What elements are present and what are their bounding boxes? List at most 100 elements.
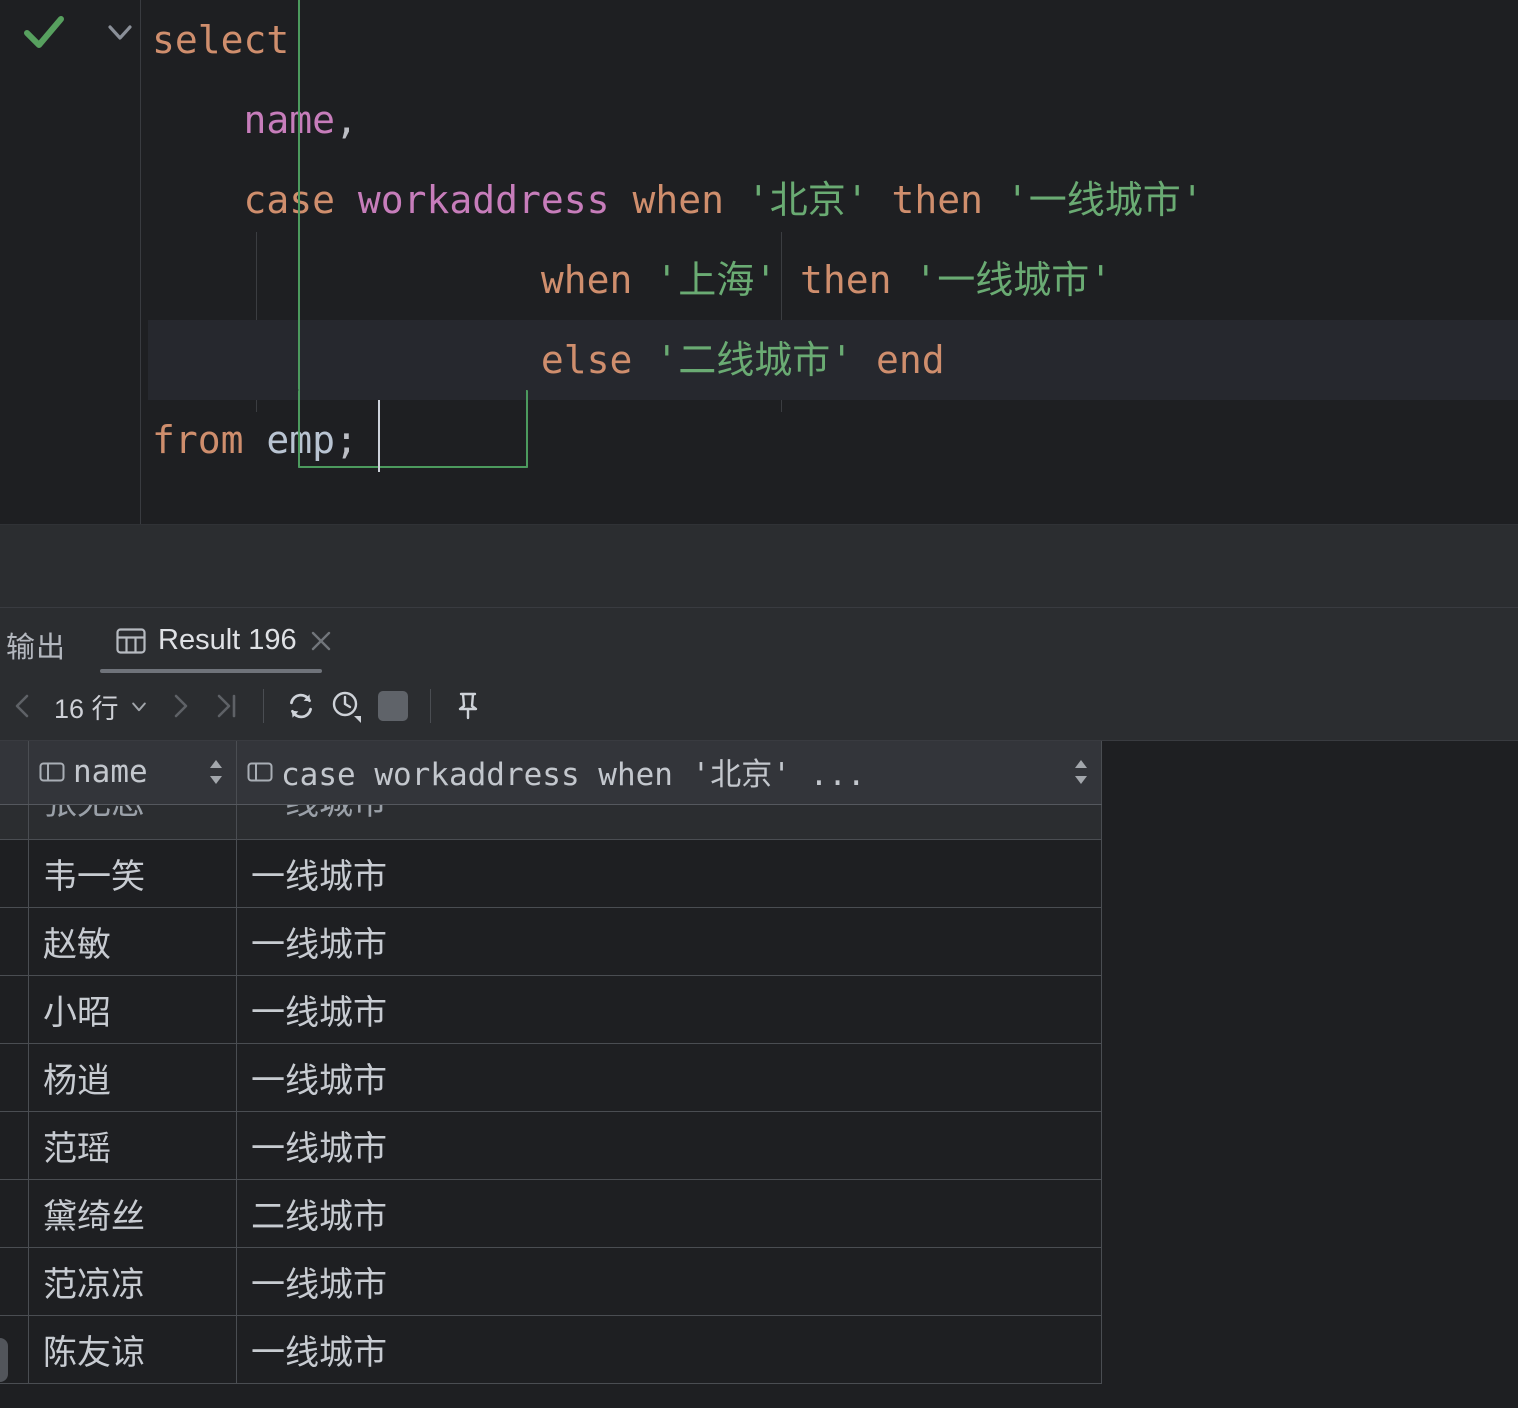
panel-gap: [0, 525, 1518, 607]
pin-icon[interactable]: [445, 683, 491, 729]
column-icon: [39, 762, 65, 782]
row-number-cell[interactable]: [0, 1179, 29, 1248]
prev-page-button[interactable]: [0, 683, 46, 729]
code-token-col: name: [152, 98, 336, 142]
name-cell-clipped: 张无忌: [43, 805, 222, 839]
table-icon: [116, 627, 146, 655]
code-token-str: '一线城市': [1005, 178, 1204, 222]
grid-toolbar: 16 行: [0, 675, 1518, 737]
code-token-kw: when: [609, 178, 747, 222]
table-row[interactable]: 范瑶 一线城市: [0, 1111, 1102, 1180]
tab-output[interactable]: 输出: [6, 624, 66, 666]
row-number-cell[interactable]: [0, 1247, 29, 1316]
name-cell[interactable]: 范凉凉: [28, 1247, 237, 1316]
column-header-name[interactable]: name: [28, 740, 237, 805]
row-number-cell[interactable]: [0, 804, 29, 840]
toolbar-divider: [262, 689, 264, 723]
name-cell[interactable]: 赵敏: [28, 907, 237, 976]
code-line[interactable]: select: [148, 0, 1518, 80]
table-row[interactable]: 陈友谅 一线城市: [0, 1315, 1102, 1384]
table-row[interactable]: 黛绮丝 二线城市: [0, 1179, 1102, 1248]
code-token-kw: then: [777, 258, 915, 302]
code-token-kw: then: [868, 178, 1006, 222]
row-number-header[interactable]: [0, 740, 29, 805]
name-cell[interactable]: 小昭: [28, 975, 237, 1044]
column-icon: [247, 762, 273, 782]
code-line[interactable]: case workaddress when '北京' then '一线城市': [148, 160, 1518, 240]
table-body: 张无忌一线城市韦一笑一线城市赵敏一线城市小昭一线城市杨逍一线城市范瑶一线城市黛绮…: [0, 804, 1102, 1384]
category-cell[interactable]: 一线城市: [236, 1315, 1102, 1384]
tab-result-label: Result 196: [158, 624, 297, 656]
column-header-case-label: case workaddress when '北京' ...: [281, 757, 866, 794]
code-line[interactable]: when '上海' then '一线城市': [148, 240, 1518, 320]
name-cell[interactable]: 范瑶: [28, 1111, 237, 1180]
table-row[interactable]: 张无忌一线城市: [0, 804, 1102, 840]
row-number-cell[interactable]: [0, 975, 29, 1044]
category-cell[interactable]: 一线城市: [236, 839, 1102, 908]
category-cell-clipped: 一线城市: [251, 805, 1087, 839]
refresh-icon[interactable]: [278, 683, 324, 729]
sort-icon[interactable]: [1071, 757, 1091, 787]
row-number-cell[interactable]: [0, 1043, 29, 1112]
code-token-tbl: emp: [266, 418, 336, 462]
code-token-plain: ,: [335, 98, 358, 142]
category-cell[interactable]: 一线城市: [236, 1043, 1102, 1112]
name-cell[interactable]: 张无忌: [28, 804, 237, 840]
row-number-cell[interactable]: [0, 839, 29, 908]
row-number-cell[interactable]: [0, 907, 29, 976]
name-cell[interactable]: 陈友谅: [28, 1315, 237, 1384]
vertical-scrollbar-thumb[interactable]: [0, 1338, 8, 1382]
sql-editor[interactable]: select name, case workaddress when '北京' …: [0, 0, 1518, 525]
tab-result-196[interactable]: Result 196: [100, 608, 330, 673]
table-row[interactable]: 范凉凉 一线城市: [0, 1247, 1102, 1316]
column-header-name-label: name: [73, 753, 148, 790]
code-token-plain: ;: [335, 418, 358, 462]
stop-square-glyph: [377, 691, 408, 721]
statement-ok-check-icon[interactable]: [22, 10, 66, 54]
row-count-label: 16 行: [54, 693, 119, 724]
code-line-current[interactable]: else '二线城市' end: [148, 320, 1518, 400]
table-row[interactable]: 杨逍 一线城市: [0, 1043, 1102, 1112]
code-token-kw: select: [152, 18, 290, 62]
result-table: name case workaddress when '北京' ... 韦一笑 …: [0, 740, 1102, 1384]
row-number-cell[interactable]: [0, 1111, 29, 1180]
sort-icon[interactable]: [206, 757, 226, 787]
result-grid[interactable]: name case workaddress when '北京' ... 韦一笑 …: [0, 740, 1518, 1408]
column-header-case-expression[interactable]: case workaddress when '北京' ...: [236, 740, 1102, 805]
category-cell[interactable]: 一线城市: [236, 1247, 1102, 1316]
category-cell[interactable]: 一线城市: [236, 975, 1102, 1044]
code-token-str: '一线城市': [914, 258, 1113, 302]
code-token-str: '二线城市': [655, 338, 854, 382]
clock-history-icon[interactable]: [324, 683, 370, 729]
name-cell[interactable]: 韦一笑: [28, 839, 237, 908]
grid-top-divider: [0, 740, 1518, 741]
category-cell[interactable]: 一线城市: [236, 804, 1102, 840]
row-count-selector[interactable]: 16 行: [46, 687, 157, 726]
category-cell[interactable]: 一线城市: [236, 907, 1102, 976]
code-token-kw: from: [152, 418, 267, 462]
code-line[interactable]: from emp;: [148, 400, 1518, 480]
next-page-button[interactable]: [157, 683, 203, 729]
results-tabbar: 输出 Result 196: [0, 608, 1518, 673]
code-token-str: '上海': [655, 258, 778, 302]
chevron-down-icon: [131, 702, 146, 712]
table-row[interactable]: 赵敏 一线城市: [0, 907, 1102, 976]
category-cell[interactable]: 二线城市: [236, 1179, 1102, 1248]
last-page-button[interactable]: [203, 683, 249, 729]
category-cell[interactable]: 一线城市: [236, 1111, 1102, 1180]
tab-active-underline: [100, 669, 322, 673]
text-caret: [378, 400, 380, 472]
code-content[interactable]: select name, case workaddress when '北京' …: [148, 0, 1518, 525]
chevron-down-icon[interactable]: [103, 15, 137, 49]
table-row[interactable]: 小昭 一线城市: [0, 975, 1102, 1044]
close-icon[interactable]: [309, 629, 333, 653]
table-header-row: name case workaddress when '北京' ...: [0, 740, 1102, 805]
code-line[interactable]: name,: [148, 80, 1518, 160]
table-row[interactable]: 韦一笑 一线城市: [0, 839, 1102, 908]
name-cell[interactable]: 黛绮丝: [28, 1179, 237, 1248]
toolbar-divider-2: [429, 689, 431, 723]
editor-gutter: [0, 0, 148, 525]
code-token-str: '北京': [746, 178, 869, 222]
stop-square-icon[interactable]: [370, 683, 416, 729]
name-cell[interactable]: 杨逍: [28, 1043, 237, 1112]
